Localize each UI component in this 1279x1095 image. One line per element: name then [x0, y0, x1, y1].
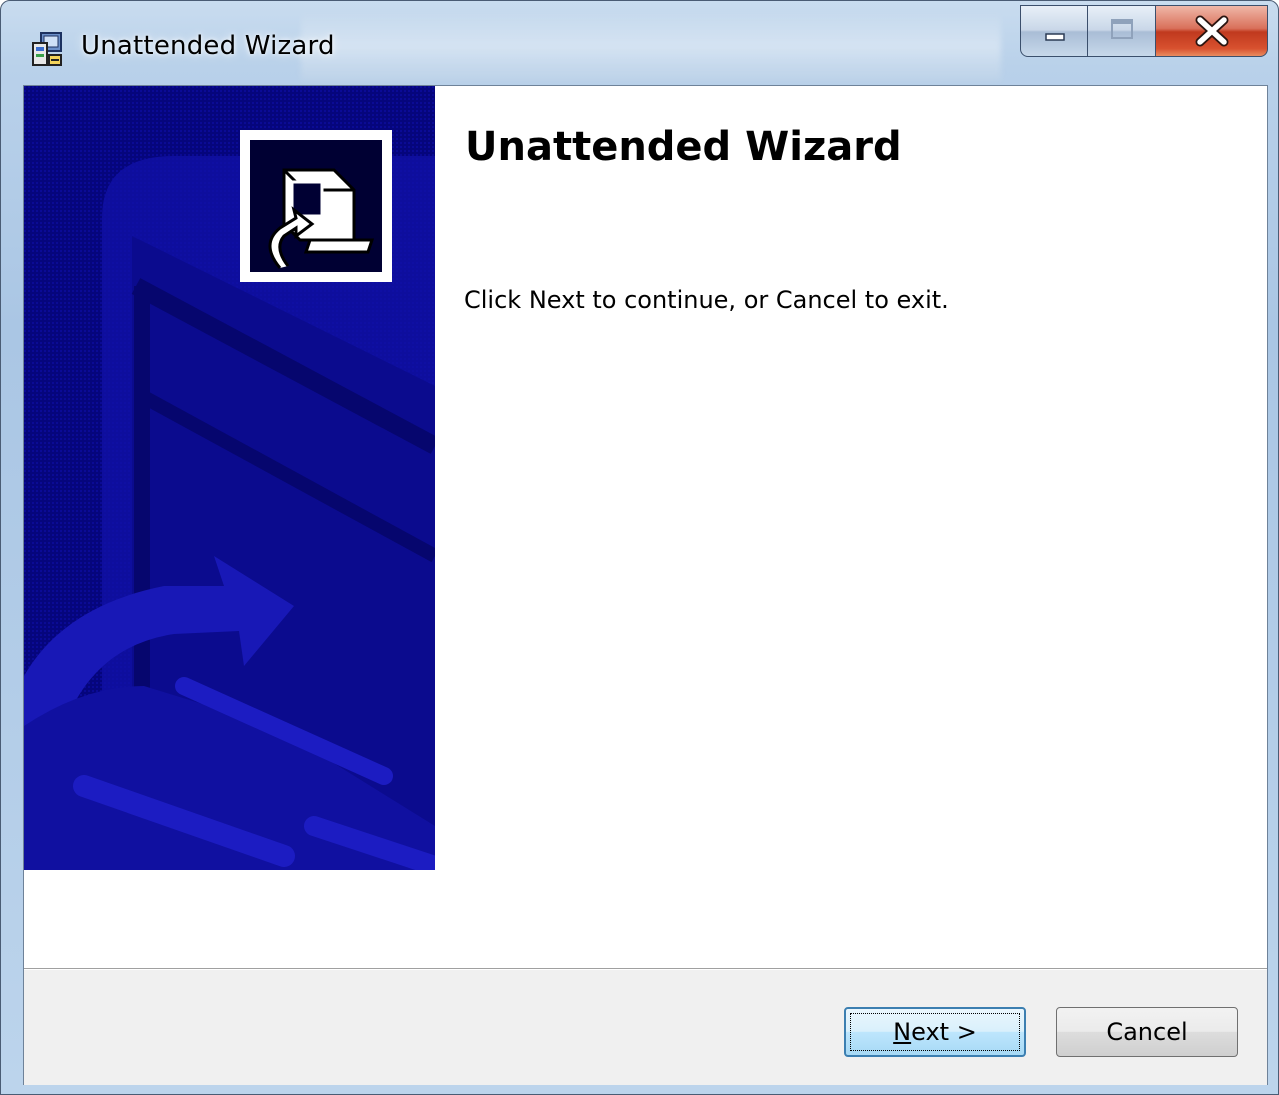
computer-setup-glyph: [268, 168, 375, 269]
close-button[interactable]: [1156, 5, 1268, 57]
wizard-heading: Unattended Wizard: [465, 124, 902, 170]
installer-package-icon[interactable]: [27, 29, 67, 69]
window-title: Unattended Wizard: [81, 31, 335, 61]
wizard-client-area: Unattended Wizard Click Next to continue…: [23, 85, 1268, 1085]
maximize-icon: [1111, 19, 1133, 39]
minimize-icon: [1045, 33, 1065, 41]
wizard-window: Unattended Wizard Unattended Wizard Clic…: [0, 0, 1279, 1095]
wizard-instruction-text: Click Next to continue, or Cancel to exi…: [464, 286, 949, 314]
minimize-button[interactable]: [1020, 5, 1088, 57]
next-button[interactable]: Next >: [844, 1007, 1026, 1057]
wizard-side-banner: [24, 86, 435, 870]
computer-setup-icon: [240, 130, 392, 282]
next-button-mnemonic: N: [893, 1018, 912, 1046]
title-bar-glass: [301, 11, 1001, 81]
close-icon: [1195, 15, 1229, 47]
maximize-button[interactable]: [1088, 5, 1156, 57]
cancel-button-label: Cancel: [1106, 1018, 1188, 1046]
title-bar[interactable]: Unattended Wizard: [1, 1, 1278, 85]
wizard-button-bar: Next > Cancel: [24, 968, 1267, 1085]
cancel-button[interactable]: Cancel: [1056, 1007, 1238, 1057]
caption-buttons: [1020, 5, 1268, 61]
next-button-label: ext >: [911, 1018, 977, 1046]
